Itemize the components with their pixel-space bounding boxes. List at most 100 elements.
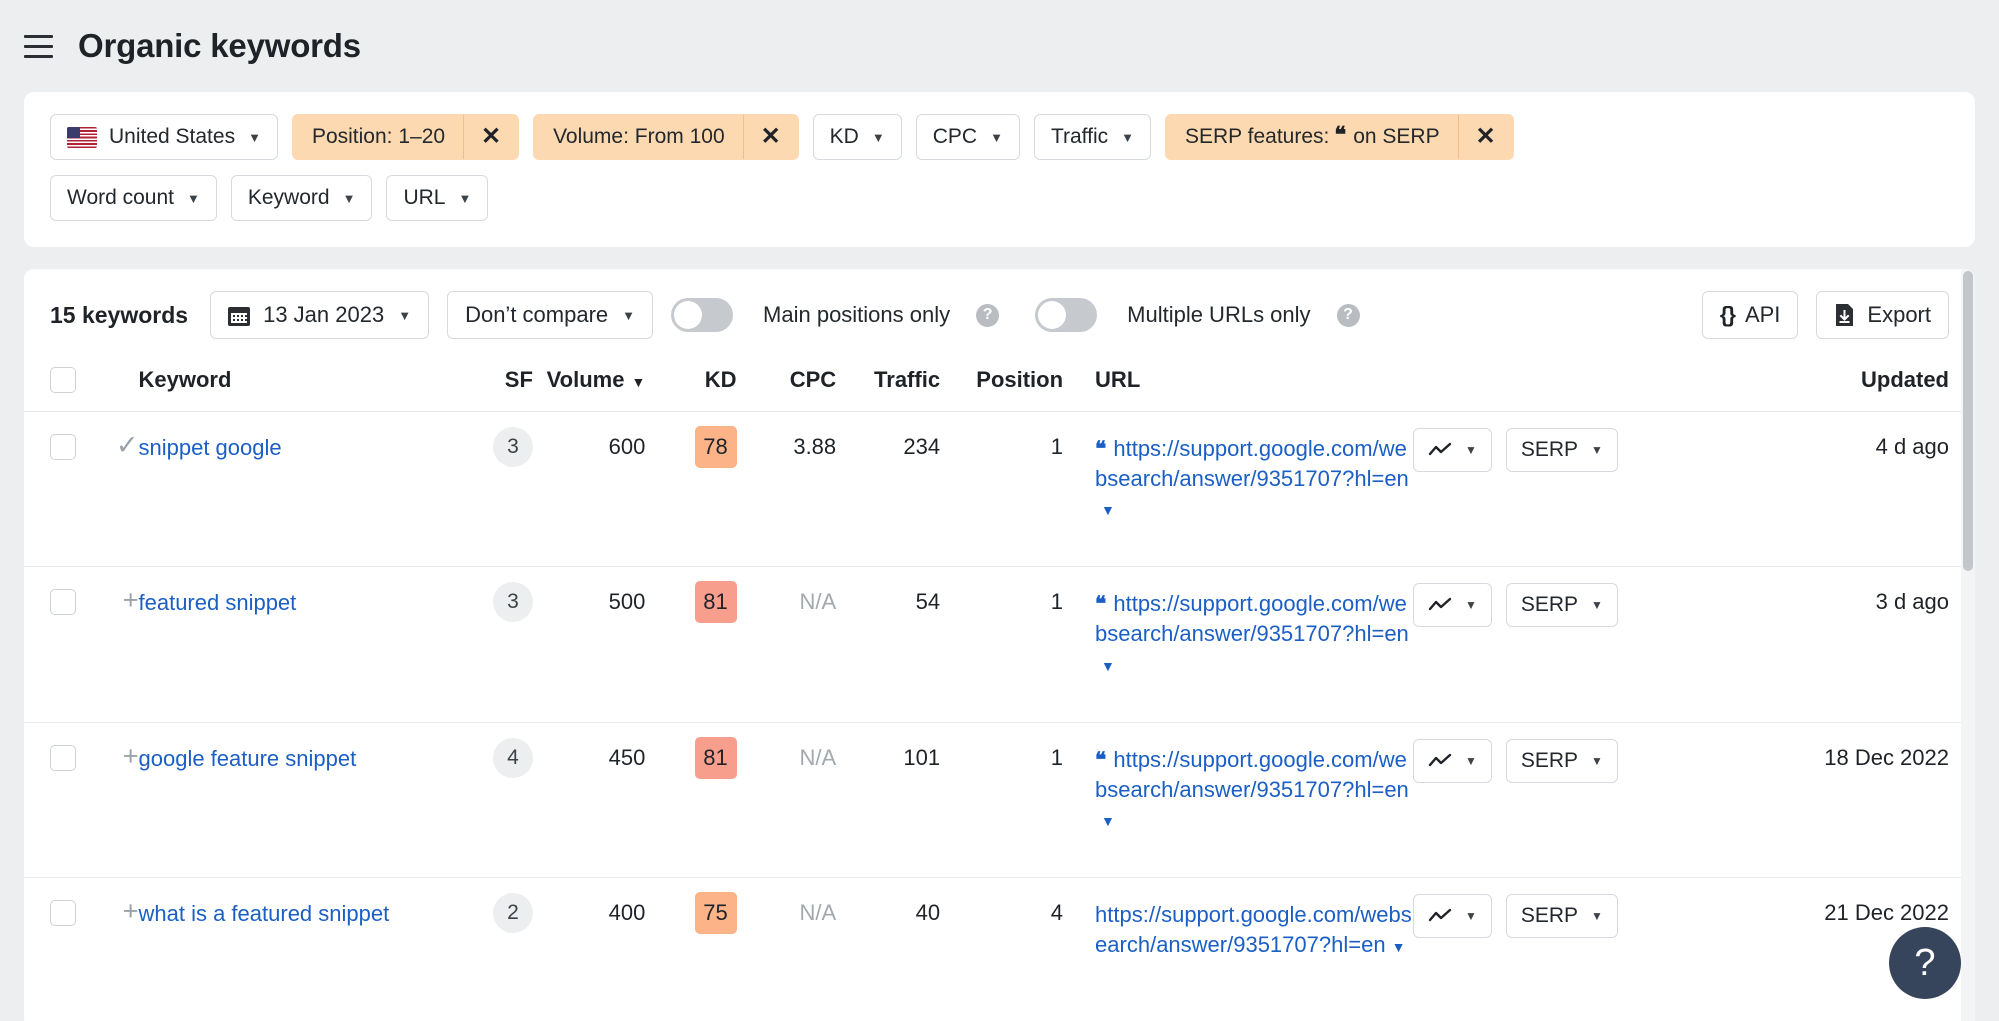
filter-chip-keyword[interactable]: Keyword ▼ <box>231 175 373 221</box>
table-header-row: Keyword SF Volume▼ KD CPC Traffic Positi… <box>24 359 1975 412</box>
filter-chip-traffic[interactable]: Traffic ▼ <box>1034 114 1151 160</box>
quote-icon: ❝ <box>1334 124 1346 146</box>
date-picker[interactable]: 13 Jan 2023 ▼ <box>210 291 429 339</box>
column-header-position[interactable]: Position <box>940 359 1063 412</box>
updated-value: 18 Dec 2022 <box>1824 745 1949 770</box>
api-button[interactable]: {} API <box>1702 291 1799 339</box>
table-row: + google feature snippet 4450 81N/A1011 … <box>24 722 1975 877</box>
main-positions-only-toggle[interactable] <box>671 298 733 332</box>
country-filter[interactable]: United States ▼ <box>50 114 278 160</box>
sort-desc-icon: ▼ <box>631 374 645 390</box>
export-button[interactable]: Export <box>1816 291 1949 339</box>
position-history-button[interactable]: ▼ <box>1413 894 1492 938</box>
url-cell: ❝https://support.google.com/websearch/an… <box>1063 722 1413 877</box>
chevron-down-icon: ▼ <box>1591 598 1603 612</box>
position-history-button[interactable]: ▼ <box>1413 428 1492 472</box>
position-history-button[interactable]: ▼ <box>1413 739 1492 783</box>
serp-button[interactable]: SERP ▼ <box>1506 428 1618 472</box>
updated-value: 4 d ago <box>1876 434 1949 459</box>
chevron-down-icon[interactable]: ▼ <box>1101 502 1115 518</box>
close-icon[interactable]: ✕ <box>464 115 518 159</box>
chevron-down-icon: ▼ <box>248 131 261 144</box>
volume-cell: 600 <box>533 412 645 567</box>
chevron-down-icon[interactable]: ▼ <box>1101 658 1115 674</box>
column-header-keyword[interactable]: Keyword <box>139 359 457 412</box>
filter-chip-volume[interactable]: Volume: From 100 ✕ <box>533 114 799 160</box>
filter-chip-serp-features[interactable]: SERP features: ❝ on SERP ✕ <box>1165 114 1514 160</box>
line-chart-icon <box>1428 908 1452 924</box>
keyword-cell: snippet google <box>139 412 457 567</box>
braces-icon: {} <box>1720 302 1735 328</box>
multiple-urls-only-toggle[interactable] <box>1035 298 1097 332</box>
filter-chip-cpc[interactable]: CPC ▼ <box>916 114 1020 160</box>
row-mark-cell: + <box>90 722 139 877</box>
filter-chip-position[interactable]: Position: 1–20 ✕ <box>292 114 519 160</box>
help-icon[interactable]: ? <box>976 304 999 327</box>
column-header-cpc[interactable]: CPC <box>737 359 837 412</box>
compare-dropdown[interactable]: Don’t compare ▼ <box>447 291 653 339</box>
row-checkbox[interactable] <box>50 900 76 926</box>
url-link[interactable]: https://support.google.com/websearch/ans… <box>1095 436 1409 491</box>
column-header-updated[interactable]: Updated <box>1763 359 1975 412</box>
keyword-link[interactable]: what is a featured snippet <box>139 900 390 929</box>
column-header-kd[interactable]: KD <box>645 359 736 412</box>
chevron-down-icon[interactable]: ▼ <box>1101 813 1115 829</box>
scrollbar-thumb[interactable] <box>1963 271 1973 571</box>
row-checkbox[interactable] <box>50 434 76 460</box>
serp-button-label: SERP <box>1521 593 1578 617</box>
sf-badge: 3 <box>493 582 533 622</box>
help-button-label: ? <box>1914 942 1935 985</box>
help-icon[interactable]: ? <box>1337 304 1360 327</box>
serp-button[interactable]: SERP ▼ <box>1506 739 1618 783</box>
url-link[interactable]: https://support.google.com/websearch/ans… <box>1095 747 1409 802</box>
kd-cell: 81 <box>645 567 736 722</box>
serp-button[interactable]: SERP ▼ <box>1506 894 1618 938</box>
keyword-link[interactable]: snippet google <box>139 434 282 463</box>
serp-button[interactable]: SERP ▼ <box>1506 583 1618 627</box>
vertical-scrollbar[interactable] <box>1961 269 1975 1021</box>
select-all-checkbox[interactable] <box>50 367 76 393</box>
line-chart-icon <box>1428 597 1452 613</box>
plus-icon[interactable]: + <box>90 589 139 612</box>
table-row: + what is a featured snippet 2400 75N/A4… <box>24 878 1975 1003</box>
traffic-cell: 234 <box>836 412 940 567</box>
filter-chip-url[interactable]: URL ▼ <box>386 175 488 221</box>
keyword-cell: featured snippet <box>139 567 457 722</box>
url-link[interactable]: https://support.google.com/websearch/ans… <box>1095 902 1412 956</box>
calendar-icon <box>228 304 250 326</box>
url-link[interactable]: https://support.google.com/websearch/ans… <box>1095 591 1409 646</box>
chevron-down-icon: ▼ <box>1465 754 1477 768</box>
us-flag-icon <box>67 127 97 148</box>
updated-value: 3 d ago <box>1876 589 1949 614</box>
filter-chip-volume-label: Volume: From 100 <box>534 115 744 159</box>
kd-badge: 81 <box>695 581 737 623</box>
close-icon[interactable]: ✕ <box>1459 115 1513 159</box>
position-history-button[interactable]: ▼ <box>1413 583 1492 627</box>
row-checkbox[interactable] <box>50 589 76 615</box>
column-header-url[interactable]: URL <box>1063 359 1413 412</box>
row-checkbox[interactable] <box>50 745 76 771</box>
kd-cell: 75 <box>645 878 736 1003</box>
filter-chip-word-count[interactable]: Word count ▼ <box>50 175 217 221</box>
close-icon[interactable]: ✕ <box>744 115 798 159</box>
download-icon <box>1834 303 1855 327</box>
column-header-sf[interactable]: SF <box>457 359 533 412</box>
plus-icon[interactable]: + <box>90 900 139 923</box>
country-filter-label: United States <box>109 125 235 149</box>
keyword-link[interactable]: google feature snippet <box>139 745 357 774</box>
plus-icon[interactable]: + <box>90 745 139 768</box>
chevron-down-icon[interactable]: ▼ <box>1392 939 1406 955</box>
quote-icon: ❝ <box>1095 593 1106 616</box>
hamburger-icon[interactable] <box>18 26 58 66</box>
column-header-traffic[interactable]: Traffic <box>836 359 940 412</box>
filter-chip-kd[interactable]: KD ▼ <box>813 114 902 160</box>
check-icon[interactable]: ✓ <box>90 434 139 457</box>
help-button[interactable]: ? <box>1889 927 1961 999</box>
filters-row-secondary: Word count ▼ Keyword ▼ URL ▼ <box>50 175 1949 221</box>
top-bar: Organic keywords <box>0 0 1999 92</box>
serp-button-label: SERP <box>1521 904 1578 928</box>
keyword-count: 15 keywords <box>50 302 188 329</box>
volume-cell: 400 <box>533 878 645 1003</box>
column-header-volume[interactable]: Volume▼ <box>533 359 645 412</box>
keyword-link[interactable]: featured snippet <box>139 589 297 618</box>
